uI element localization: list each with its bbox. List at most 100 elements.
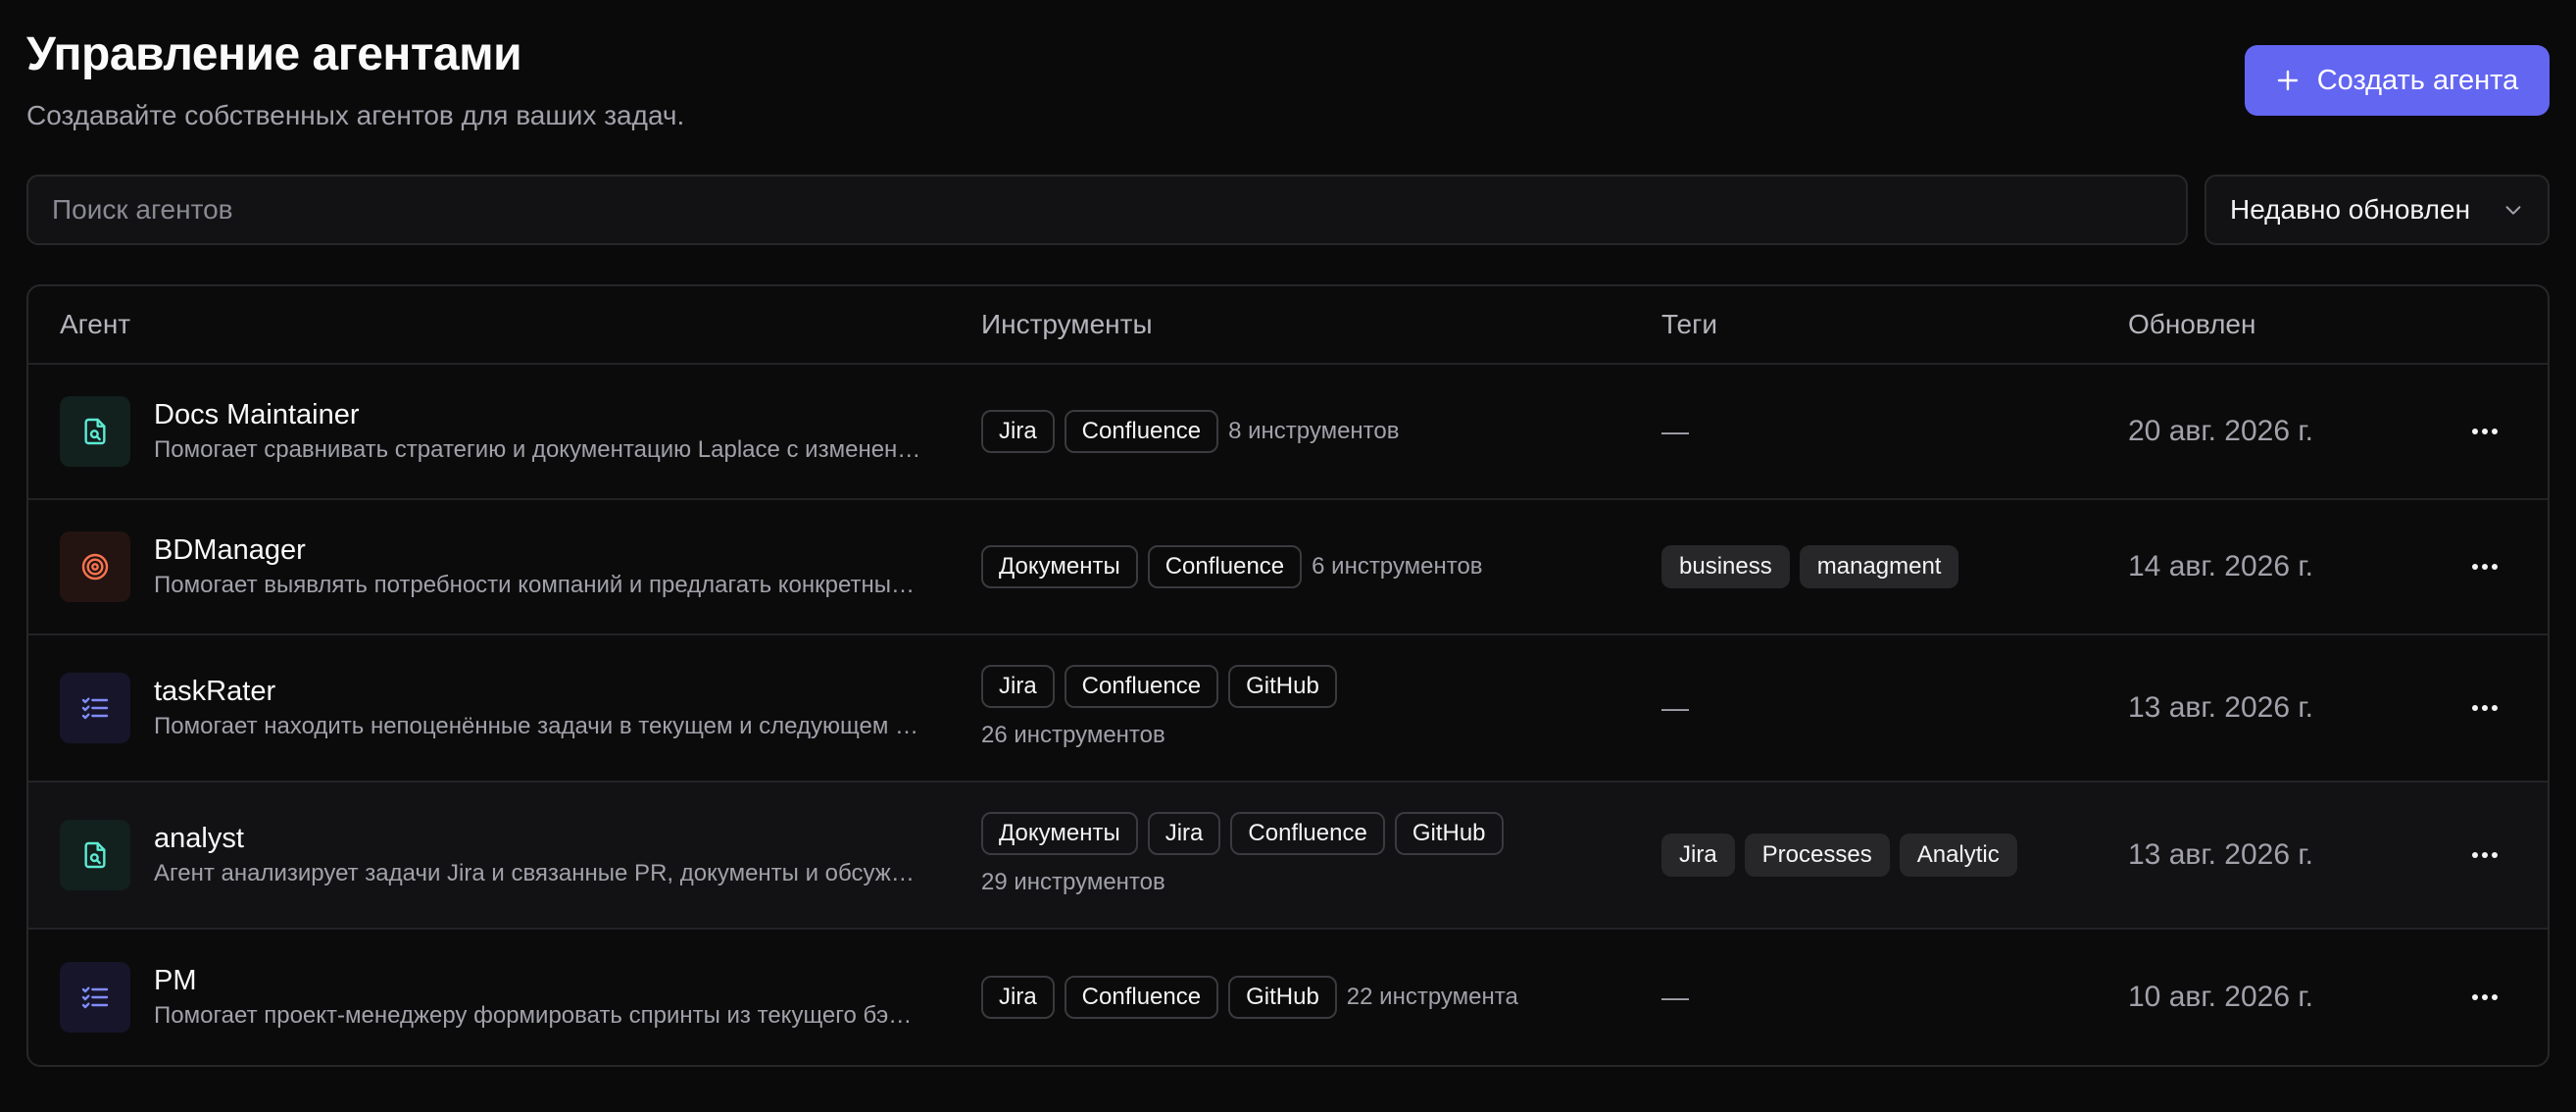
tool-chip: Документы [981, 812, 1138, 855]
tools-cell: Jira Confluence GitHub 22 инструмента [981, 976, 1661, 1019]
target-icon [79, 551, 111, 582]
agent-cell: BDManager Помогает выявлять потребности … [28, 531, 981, 602]
table-row[interactable]: analyst Агент анализирует задачи Jira и … [28, 783, 2548, 930]
checklist-icon [79, 692, 111, 724]
more-horizontal-icon [2472, 705, 2498, 711]
more-horizontal-icon [2472, 852, 2498, 858]
agent-cell: Docs Maintainer Помогает сравнивать стра… [28, 396, 981, 467]
plus-icon [2277, 70, 2298, 91]
create-agent-label: Создать агента [2316, 64, 2519, 96]
search-box [26, 175, 2188, 245]
agent-name: analyst [154, 823, 244, 854]
tags-cell: — [1661, 416, 2128, 447]
tools-count: 29 инструментов [981, 869, 1165, 895]
agent-name: BDManager [154, 534, 306, 566]
tools-count: 6 инструментов [1312, 553, 1483, 580]
row-actions-button[interactable] [2461, 684, 2508, 732]
column-header-agent: Агент [60, 309, 131, 339]
agent-name: taskRater [154, 676, 276, 707]
tools-cell: Jira Confluence GitHub 26 инструментов [981, 665, 1661, 751]
row-actions-button[interactable] [2461, 974, 2508, 1021]
column-header-updated: Обновлен [2128, 309, 2256, 339]
table-body: Docs Maintainer Помогает сравнивать стра… [28, 365, 2548, 1065]
agent-avatar [60, 962, 130, 1033]
tag-chip: managment [1799, 545, 1959, 588]
agent-description: Агент анализирует задачи Jira и связанны… [154, 860, 915, 886]
sort-select[interactable]: Недавно обновлен [2204, 175, 2550, 245]
agent-avatar [60, 531, 130, 602]
agent-cell: analyst Агент анализирует задачи Jira и … [28, 820, 981, 890]
row-actions-button[interactable] [2461, 543, 2508, 590]
agents-page: Управление агентами Создавайте собственн… [0, 0, 2576, 1112]
tags-cell: — [1661, 982, 2128, 1013]
tags-cell: — [1661, 692, 2128, 724]
agents-table: Агент Инструменты Теги Обновлен Docs Mai… [26, 284, 2550, 1067]
agent-name: Docs Maintainer [154, 399, 360, 430]
tools-cell: Документы Confluence 6 инструментов [981, 545, 1661, 588]
page-subtitle: Создавайте собственных агентов для ваших… [26, 100, 685, 130]
tag-chip: Processes [1744, 834, 1890, 877]
updated-date: 20 авг. 2026 г. [2128, 415, 2313, 447]
checklist-icon [79, 982, 111, 1013]
agent-avatar [60, 673, 130, 743]
tools-cell: Jira Confluence 8 инструментов [981, 410, 1661, 453]
updated-date: 10 авг. 2026 г. [2128, 981, 2313, 1013]
table-header: Агент Инструменты Теги Обновлен [28, 286, 2548, 365]
no-tags-dash: — [1661, 416, 1689, 446]
row-actions-button[interactable] [2461, 408, 2508, 455]
tool-chip: Jira [981, 410, 1055, 453]
tag-chip: business [1661, 545, 1790, 588]
agent-name: PM [154, 965, 197, 996]
tools-count: 26 инструментов [981, 722, 1165, 748]
page-header: Управление агентами Создавайте собственн… [26, 0, 2550, 163]
row-actions-button[interactable] [2461, 832, 2508, 879]
tag-chip: Analytic [1899, 834, 2017, 877]
tools-cell: Документы Jira Confluence GitHub 29 инструм… [981, 812, 1661, 898]
tool-chip: Confluence [1064, 410, 1219, 453]
create-agent-button[interactable]: Создать агента [2245, 45, 2550, 116]
agent-avatar [60, 396, 130, 467]
chevron-down-icon [2505, 206, 2521, 215]
tool-chip: GitHub [1394, 812, 1504, 855]
tool-chip: GitHub [1228, 976, 1337, 1019]
table-row[interactable]: taskRater Помогает находить непоценённые… [28, 635, 2548, 783]
agent-avatar [60, 820, 130, 890]
column-header-tags: Теги [1661, 309, 1717, 339]
agent-cell: taskRater Помогает находить непоценённые… [28, 673, 981, 743]
updated-date: 13 авг. 2026 г. [2128, 838, 2313, 871]
tool-chip: Confluence [1064, 976, 1219, 1019]
search-input[interactable] [52, 194, 2162, 226]
more-horizontal-icon [2472, 564, 2498, 570]
tools-count: 22 инструмента [1346, 984, 1518, 1010]
no-tags-dash: — [1661, 692, 1689, 723]
updated-date: 14 авг. 2026 г. [2128, 550, 2313, 582]
doc-search-icon [79, 416, 111, 447]
tools-count: 8 инструментов [1228, 418, 1400, 444]
tool-chip: Confluence [1230, 812, 1385, 855]
table-row[interactable]: PM Помогает проект-менеджеру формировать… [28, 930, 2548, 1065]
doc-search-icon [79, 839, 111, 871]
no-tags-dash: — [1661, 982, 1689, 1012]
tool-chip: Confluence [1147, 545, 1303, 588]
tool-chip: Confluence [1064, 665, 1219, 708]
updated-date: 13 авг. 2026 г. [2128, 691, 2313, 724]
tags-cell: Jira Processes Analytic [1661, 834, 2128, 877]
table-row[interactable]: BDManager Помогает выявлять потребности … [28, 500, 2548, 635]
tool-chip: Документы [981, 545, 1138, 588]
tool-chip: GitHub [1228, 665, 1337, 708]
tags-cell: business managment [1661, 545, 2128, 588]
tool-chip: Jira [981, 665, 1055, 708]
more-horizontal-icon [2472, 429, 2498, 434]
agent-cell: PM Помогает проект-менеджеру формировать… [28, 962, 981, 1033]
toolbar: Недавно обновлен [26, 175, 2550, 245]
column-header-tools: Инструменты [981, 309, 1153, 339]
agent-description: Помогает проект-менеджеру формировать сп… [154, 1002, 913, 1029]
agent-description: Помогает выявлять потребности компаний и… [154, 572, 916, 598]
tag-chip: Jira [1661, 834, 1735, 877]
page-title: Управление агентами [26, 28, 522, 80]
table-row[interactable]: Docs Maintainer Помогает сравнивать стра… [28, 365, 2548, 500]
sort-select-value: Недавно обновлен [2230, 194, 2471, 225]
tool-chip: Jira [981, 976, 1055, 1019]
agent-description: Помогает сравнивать стратегию и документ… [154, 436, 921, 463]
more-horizontal-icon [2472, 994, 2498, 1000]
